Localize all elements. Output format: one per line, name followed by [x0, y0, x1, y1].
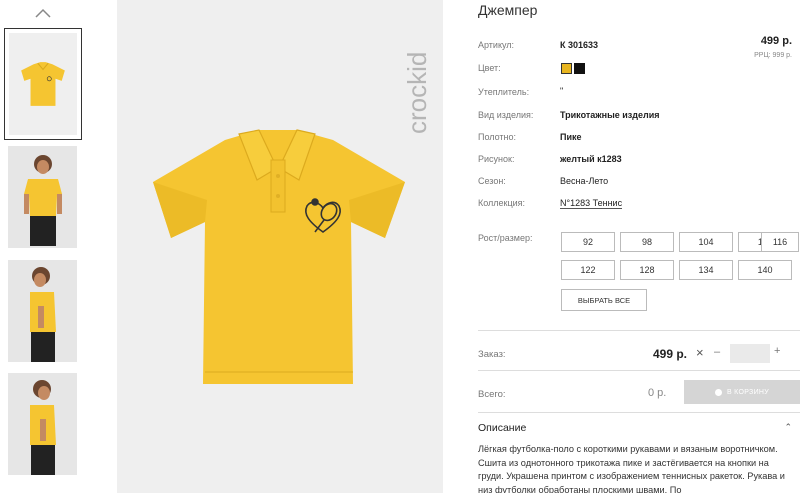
insulation-label: Утеплитель: — [478, 87, 530, 97]
collection-link[interactable]: N°1283 Теннис — [560, 198, 623, 209]
select-all-button[interactable]: ВЫБРАТЬ ВСЕ — [561, 289, 647, 311]
article-label: Артикул: — [478, 40, 515, 50]
add-to-cart-button[interactable]: В КОРЗИНУ — [684, 380, 800, 404]
thumbnail-1[interactable] — [4, 28, 82, 140]
size-140[interactable]: 140 — [738, 260, 792, 280]
divider — [478, 370, 800, 371]
thumbnail-4[interactable] — [8, 373, 77, 475]
svg-text:crockid: crockid — [402, 52, 432, 134]
season-label: Сезон: — [478, 176, 506, 186]
divider — [478, 330, 800, 331]
article-value: К 301633 — [560, 40, 599, 50]
description-title: Описание — [478, 422, 527, 434]
decrement-button[interactable]: – — [714, 346, 720, 358]
insulation-value: " — [560, 86, 564, 96]
shirt-thumbnail-image — [21, 62, 65, 106]
color-swatch-yellow[interactable] — [561, 63, 572, 74]
size-104[interactable]: 104 — [679, 232, 733, 252]
color-label: Цвет: — [478, 63, 501, 73]
size-128[interactable]: 128 — [620, 260, 674, 280]
thumbnail-2[interactable] — [8, 146, 77, 248]
size-122[interactable]: 122 — [561, 260, 615, 280]
order-price: 499 р. — [653, 347, 688, 361]
color-swatch-black[interactable] — [574, 63, 585, 74]
product-price: 499 р. — [760, 35, 792, 47]
chevron-up-icon[interactable] — [34, 6, 52, 20]
add-to-cart-label: В КОРЗИНУ — [726, 388, 770, 396]
chevron-up-icon[interactable]: ⌃ — [784, 422, 792, 433]
divider — [478, 412, 800, 413]
size-label: Рост/размер: — [478, 233, 533, 243]
product-title: Джемпер — [478, 2, 538, 18]
size-134[interactable]: 134 — [679, 260, 733, 280]
order-label: Заказ: — [478, 349, 506, 360]
product-type-label: Вид изделия: — [478, 110, 534, 120]
collection-label: Коллекция: — [478, 198, 526, 208]
season-value: Весна-Лето — [560, 176, 609, 186]
increment-button[interactable]: + — [774, 345, 780, 357]
thumbnail-strip — [0, 0, 86, 493]
fabric-value: Пике — [560, 132, 582, 142]
size-116[interactable]: 116 — [761, 232, 799, 252]
pattern-value: желтый к1283 — [560, 154, 622, 164]
model-side-image — [8, 260, 77, 362]
product-details-panel: Джемпер Артикул: К 301633 499 р. РРЦ: 99… — [478, 0, 800, 493]
quantity-input[interactable] — [730, 344, 770, 363]
fabric-label: Полотно: — [478, 132, 517, 142]
remove-icon[interactable]: × — [696, 345, 704, 360]
model-front-image — [8, 146, 77, 248]
thumbnail-3[interactable] — [8, 260, 77, 362]
size-98[interactable]: 98 — [620, 232, 674, 252]
size-92[interactable]: 92 — [561, 232, 615, 252]
total-value: 0 р. — [648, 387, 667, 399]
description-text: Лёгкая футболка-поло с короткими рукавам… — [478, 444, 785, 493]
polo-shirt-image — [153, 129, 405, 384]
model-side-2-image — [8, 373, 77, 475]
crockid-logo: crockid — [402, 52, 432, 134]
total-label: Всего: — [478, 389, 506, 400]
product-type-value: Трикотажные изделия — [560, 110, 660, 120]
main-product-image: crockid — [117, 0, 443, 493]
recommended-price: РРЦ: 999 р. — [754, 52, 792, 59]
cart-icon — [714, 388, 722, 396]
pattern-label: Рисунок: — [478, 154, 515, 164]
